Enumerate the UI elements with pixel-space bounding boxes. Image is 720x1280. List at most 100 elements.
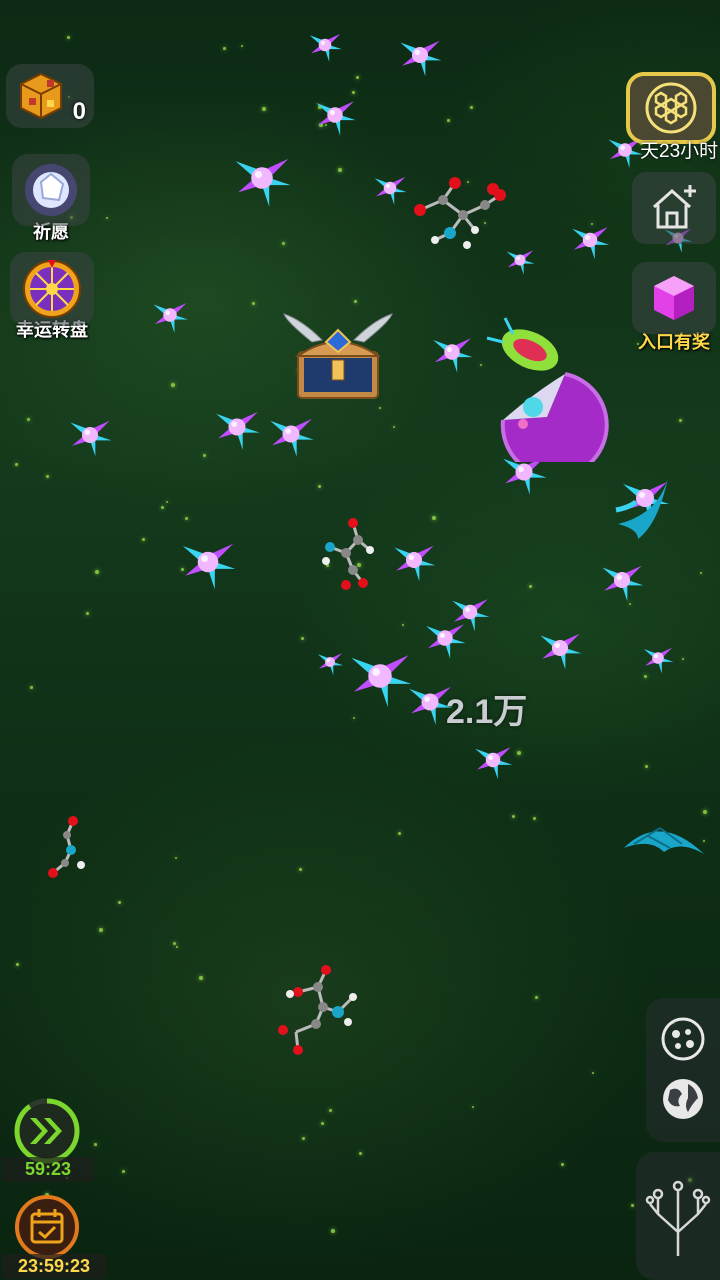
energy-orb[interactable]	[535, 623, 585, 673]
score-popup: 2.1万	[446, 693, 528, 731]
energy-orb[interactable]	[597, 555, 647, 605]
spore	[67, 36, 70, 39]
currency-count: 0	[72, 98, 86, 125]
right-tools-panel	[646, 998, 720, 1142]
speed-timer: 59:23	[2, 1157, 94, 1182]
entrance-reward-button[interactable]: 入口有奖	[632, 262, 716, 354]
spore	[122, 1170, 125, 1173]
spore	[166, 501, 168, 503]
spore	[241, 45, 243, 47]
globe-icon[interactable]	[660, 1076, 706, 1122]
energy-orb[interactable]	[265, 408, 318, 461]
spore	[354, 300, 357, 303]
spore	[398, 832, 401, 835]
cyan-creature[interactable]	[608, 474, 676, 546]
daily-task-ring	[15, 1195, 79, 1259]
daily-timer: 23:59:23	[2, 1254, 106, 1279]
molecule-cluster[interactable]	[278, 962, 363, 1057]
energy-orb[interactable]	[428, 328, 476, 376]
cells-icon[interactable]	[660, 1016, 706, 1062]
spore	[338, 168, 342, 172]
spore	[512, 815, 515, 818]
spore	[173, 942, 176, 945]
winged-treasure-chest[interactable]	[282, 312, 394, 404]
energy-orb[interactable]	[389, 535, 439, 585]
energy-orb[interactable]	[568, 218, 613, 263]
spore	[472, 1106, 474, 1108]
spore	[321, 1122, 324, 1125]
energy-orb[interactable]	[306, 26, 345, 65]
lucky-wheel-icon	[23, 260, 81, 318]
spore	[282, 242, 285, 245]
spore	[517, 751, 521, 755]
energy-orb[interactable]	[471, 738, 516, 783]
spore	[27, 418, 30, 421]
currency-button[interactable]: 0	[6, 64, 94, 128]
spore	[480, 364, 482, 366]
energy-orb[interactable]	[65, 410, 115, 460]
lucky-wheel-button[interactable]: 幸运转盘	[10, 252, 94, 342]
spore	[301, 637, 304, 640]
home-button[interactable]	[632, 172, 716, 244]
spore	[682, 658, 684, 660]
spore	[331, 1229, 335, 1233]
event-timer: 天23小时	[640, 141, 719, 162]
energy-orb[interactable]	[211, 401, 264, 454]
energy-orb[interactable]	[229, 145, 296, 212]
game-stage[interactable]: 2.1万 0 祈愿 幸运转盘 天23小时 入口有奖 59:23 23:59:23	[0, 0, 720, 1280]
golden-cube-icon	[20, 72, 62, 120]
player-organism[interactable]	[485, 312, 610, 462]
spore	[631, 1204, 634, 1207]
spore	[175, 857, 177, 859]
energy-orb[interactable]	[315, 647, 346, 678]
spore	[353, 717, 355, 719]
energy-orb[interactable]	[176, 530, 240, 594]
house-plus-icon	[653, 185, 696, 229]
honeycomb-event-button[interactable]	[626, 72, 716, 144]
daily-task-button[interactable]	[12, 1192, 82, 1262]
spore	[15, 463, 18, 466]
spore	[302, 1137, 305, 1140]
energy-orb[interactable]	[640, 640, 676, 676]
energy-orb[interactable]	[448, 590, 493, 635]
spore	[700, 572, 702, 574]
spore	[99, 928, 103, 932]
spore	[171, 383, 175, 387]
energy-orb[interactable]	[395, 30, 445, 80]
spore	[199, 976, 203, 980]
molecule-cluster[interactable]	[318, 515, 380, 590]
speed-boost-ring	[14, 1098, 80, 1164]
wish-button[interactable]: 祈愿	[12, 154, 90, 244]
spore	[106, 217, 108, 219]
molecule-cluster[interactable]	[405, 175, 515, 260]
spore	[318, 485, 321, 488]
spore	[529, 585, 532, 588]
spore	[262, 107, 266, 111]
energy-orb[interactable]	[311, 91, 359, 139]
molecule-cluster[interactable]	[45, 815, 90, 880]
spore	[86, 612, 89, 615]
spore	[16, 963, 19, 966]
spore	[533, 817, 536, 820]
magenta-cube-icon	[654, 276, 694, 320]
spore	[203, 454, 206, 457]
spore	[703, 810, 707, 814]
spore	[46, 475, 49, 478]
spore	[142, 538, 145, 541]
honeycomb-box	[626, 72, 716, 144]
evolution-tree-icon[interactable]	[644, 1176, 712, 1260]
spore	[402, 624, 404, 626]
spore	[252, 302, 255, 305]
evolution-panel[interactable]	[636, 1152, 720, 1280]
speed-boost-button[interactable]	[12, 1096, 82, 1166]
spore	[470, 106, 473, 109]
wish-box	[12, 154, 90, 226]
cyan-fan-creature[interactable]	[620, 818, 708, 864]
energy-orb[interactable]	[371, 169, 410, 208]
spore	[432, 516, 436, 520]
spore	[118, 901, 121, 904]
spore	[94, 1143, 97, 1146]
spore	[379, 407, 381, 409]
spore	[645, 765, 648, 768]
energy-orb[interactable]	[149, 294, 191, 336]
